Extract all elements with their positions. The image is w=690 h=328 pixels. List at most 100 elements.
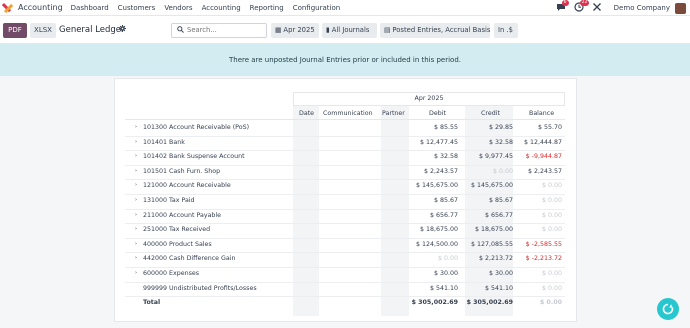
- xlsx-button[interactable]: XLSX: [30, 23, 56, 38]
- tools-icon[interactable]: [592, 2, 604, 14]
- expand-caret-icon[interactable]: ›: [135, 197, 137, 203]
- search-icon: [177, 26, 184, 35]
- user-avatar[interactable]: [675, 2, 686, 14]
- expand-caret-icon[interactable]: ›: [135, 255, 137, 261]
- header-divider: [125, 119, 565, 120]
- debit-cell: $ 85.55: [433, 124, 458, 131]
- search-box[interactable]: [171, 23, 267, 38]
- account-name[interactable]: 101501 Cash Furn. Shop: [143, 168, 220, 175]
- ledger-account-row[interactable]: › 442000 Cash Difference Gain $ 0.00 $ 2,21…: [115, 252, 578, 267]
- company-switcher[interactable]: Demo Company: [614, 4, 670, 12]
- debit-cell: $ 656.77: [429, 211, 458, 219]
- general-ledger-report: Apr 2025 Date Communication Partner Debi…: [114, 78, 577, 322]
- balance-cell: $ -2,213.72: [525, 255, 562, 263]
- expand-caret-icon[interactable]: ›: [135, 168, 137, 174]
- expand-caret-icon[interactable]: ›: [135, 182, 137, 188]
- account-name[interactable]: 400000 Product Sales: [143, 241, 212, 248]
- total-row: Total $ 305,002.69 $ 305,002.69 $ 0.00: [115, 296, 578, 311]
- activity-clock-icon[interactable]: 22: [574, 0, 590, 14]
- expand-caret-icon[interactable]: ›: [135, 139, 137, 145]
- debit-cell: $ 32.58: [433, 153, 458, 161]
- nav-reporting[interactable]: Reporting: [250, 4, 284, 12]
- expand-caret-icon[interactable]: ›: [135, 153, 137, 159]
- balance-cell: $ 0.00: [541, 211, 562, 219]
- pdf-button[interactable]: PDF: [3, 23, 27, 38]
- balance-cell: $ 0.00: [541, 226, 562, 234]
- balance-cell: $ 0.00: [541, 197, 562, 204]
- ledger-account-row[interactable]: › 101402 Bank Suspense Account $ 32.58 $ 9,…: [115, 150, 578, 165]
- nav-accounting[interactable]: Accounting: [202, 4, 241, 12]
- messages-icon[interactable]: 6: [556, 0, 569, 14]
- account-name[interactable]: 101300 Account Receivable (PoS): [143, 124, 249, 131]
- activity-count-badge: 22: [579, 0, 590, 6]
- top-navbar: Accounting Dashboard Customers Vendors A…: [0, 0, 690, 16]
- account-name[interactable]: 131000 Tax Paid: [143, 197, 195, 204]
- help-chat-icon[interactable]: [657, 298, 679, 320]
- nav-vendors[interactable]: Vendors: [164, 4, 192, 12]
- balance-cell: $ 0.00: [539, 299, 562, 307]
- filter-icon: ▤: [384, 26, 391, 34]
- unposted-entries-banner: There are unposted Journal Entries prior…: [0, 44, 690, 76]
- ledger-account-row[interactable]: › 211000 Account Payable $ 656.77 $ 656.77 $…: [115, 209, 578, 224]
- app-name[interactable]: Accounting: [18, 3, 63, 12]
- ledger-account-row[interactable]: › 121000 Account Receivable $ 145,675.00 $ …: [115, 179, 578, 194]
- search-input[interactable]: [187, 26, 263, 34]
- balance-cell: $ 55.70: [537, 124, 562, 131]
- expand-caret-icon[interactable]: ›: [135, 212, 137, 218]
- currency-filter-button[interactable]: In .$: [494, 23, 518, 38]
- col-debit: Debit: [429, 110, 446, 117]
- debit-cell: $ 18,675.00: [419, 226, 458, 234]
- entries-filter-label: Posted Entries, Accrual Basis: [392, 26, 491, 34]
- ledger-account-row[interactable]: › 101501 Cash Furn. Shop $ 2,243.57 $ 0.00 $…: [115, 165, 578, 180]
- date-filter-button[interactable]: ▦ Apr 2025: [271, 23, 319, 38]
- accounting-app-icon[interactable]: [2, 2, 15, 14]
- balance-cell: $ 0.00: [541, 182, 562, 190]
- balance-cell: $ 0.00: [541, 270, 562, 277]
- account-name[interactable]: 442000 Cash Difference Gain: [143, 255, 236, 262]
- account-name[interactable]: 600000 Expenses: [143, 270, 199, 277]
- date-filter-label: Apr 2025: [283, 26, 315, 34]
- balance-cell: $ 2,243.57: [527, 167, 562, 175]
- debit-cell: $ 12,477.45: [419, 138, 458, 146]
- expand-caret-icon[interactable]: ›: [135, 241, 137, 247]
- entries-filter-button[interactable]: ▤ Posted Entries, Accrual Basis: [380, 23, 490, 38]
- account-name[interactable]: 211000 Account Payable: [143, 212, 221, 219]
- debit-cell: $ 124,500.00: [415, 240, 458, 248]
- account-name[interactable]: 101401 Bank: [143, 139, 185, 146]
- account-name: 999999 Undistributed Profits/Losses: [143, 284, 257, 292]
- page-title: General Ledger: [59, 25, 125, 35]
- debit-cell: $ 2,243.57: [423, 167, 458, 175]
- col-communication: Communication: [323, 110, 373, 117]
- col-partner: Partner: [382, 110, 405, 117]
- nav-dashboard[interactable]: Dashboard: [71, 4, 109, 12]
- ledger-account-row[interactable]: › 101300 Account Receivable (PoS) $ 85.55 $…: [115, 121, 578, 136]
- nav-configuration[interactable]: Configuration: [293, 4, 340, 12]
- col-date: Date: [299, 110, 315, 117]
- debit-cell: $ 30.00: [433, 270, 458, 277]
- account-name[interactable]: 251000 Tax Received: [143, 226, 210, 233]
- ledger-account-row[interactable]: › 131000 Tax Paid $ 85.67 $ 85.67 $ 0.00: [115, 194, 578, 209]
- journals-filter-button[interactable]: ▮ All Journals: [322, 23, 377, 38]
- journals-filter-label: All Journals: [331, 26, 370, 34]
- control-panel: PDF XLSX General Ledger ▦Apr 2025 ▮All J…: [0, 16, 690, 44]
- expand-caret-icon[interactable]: ›: [135, 226, 137, 232]
- account-name[interactable]: 121000 Account Receivable: [143, 182, 231, 189]
- currency-filter-label: In .$: [498, 26, 513, 34]
- ledger-account-row[interactable]: › 251000 Tax Received $ 18,675.00 $ 18,675.…: [115, 223, 578, 238]
- ledger-account-row[interactable]: › 400000 Product Sales $ 124,500.00 $ 127,0…: [115, 238, 578, 253]
- messages-count-badge: 6: [561, 0, 569, 6]
- expand-caret-icon[interactable]: ›: [135, 270, 137, 276]
- balance-cell: $ -2,585.55: [525, 240, 562, 248]
- book-icon: ▮: [326, 26, 330, 34]
- expand-caret-icon[interactable]: ›: [135, 124, 137, 130]
- gear-icon[interactable]: [119, 25, 126, 34]
- ledger-account-row[interactable]: › 600000 Expenses $ 30.00 $ 30.00 $ 0.00: [115, 267, 578, 282]
- debit-cell: $ 0.00: [437, 255, 458, 263]
- account-name: Total: [143, 299, 161, 307]
- col-credit: Credit: [481, 110, 500, 117]
- calendar-icon: ▦: [275, 26, 282, 34]
- ledger-account-row[interactable]: › 101401 Bank $ 12,477.45 $ 32.58 $ 12,444.8…: [115, 136, 578, 151]
- account-name[interactable]: 101402 Bank Suspense Account: [143, 153, 245, 160]
- col-balance: Balance: [529, 110, 555, 117]
- nav-customers[interactable]: Customers: [118, 4, 156, 12]
